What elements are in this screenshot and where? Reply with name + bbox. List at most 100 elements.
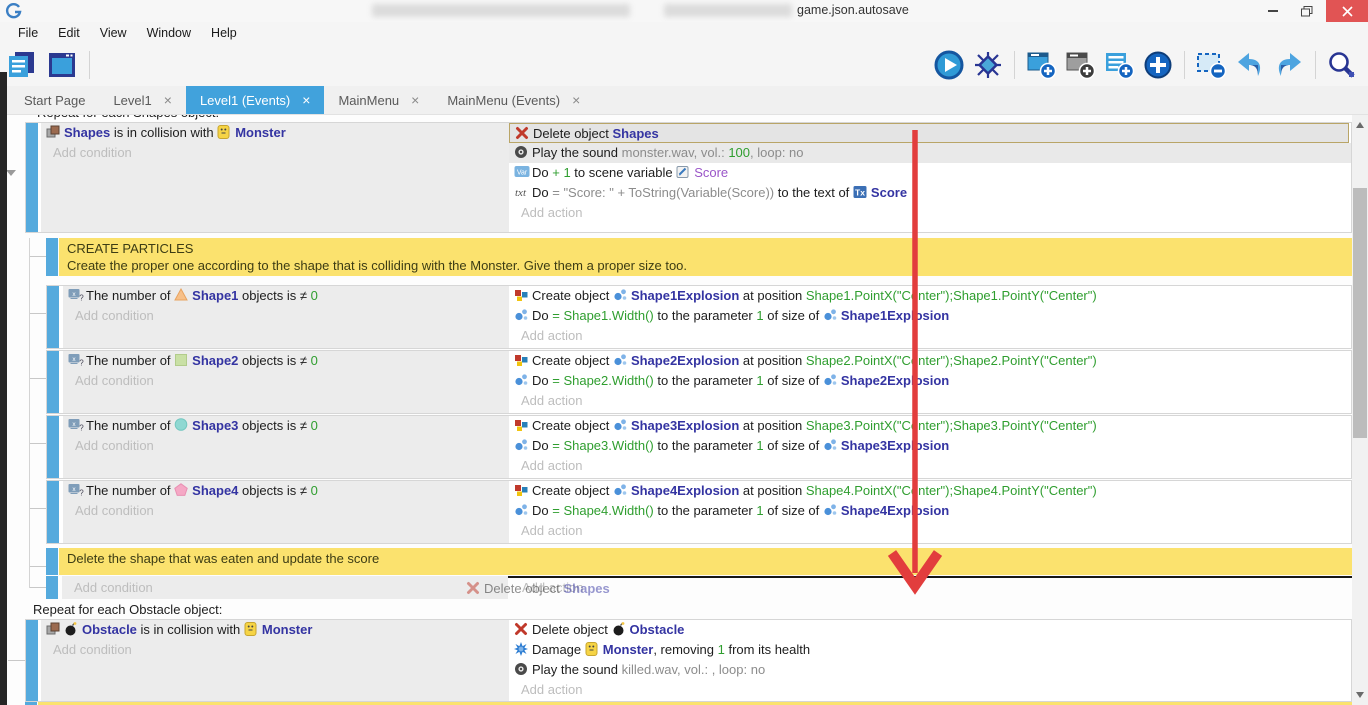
tab-mainmenu-events-[interactable]: MainMenu (Events)× xyxy=(433,86,594,114)
condition-row[interactable]: x?The number of Shape4 objects is ≠ 0 xyxy=(63,481,509,501)
action-row[interactable]: Play the sound killed.wav, vol.: , loop:… xyxy=(509,660,1351,680)
redacted-title-text xyxy=(372,4,630,17)
action-row[interactable]: Create object Shape4Explosion at positio… xyxy=(509,481,1351,501)
scene-editor-window-button[interactable] xyxy=(46,49,78,81)
event-block[interactable]: Shapes is in collision with MonsterAdd c… xyxy=(25,122,1352,233)
search-button[interactable] xyxy=(1326,49,1358,81)
text-segment: is in collision with xyxy=(137,622,244,637)
text-segment: Create object xyxy=(532,288,613,303)
foreach-header-text[interactable]: Repeat for each Obstacle object: xyxy=(25,600,1352,619)
tab-mainmenu[interactable]: MainMenu× xyxy=(324,86,433,114)
add-condition-button[interactable]: Add condition xyxy=(63,501,509,521)
debug-button[interactable] xyxy=(972,49,1004,81)
text-segment: Do xyxy=(532,373,552,388)
menu-view[interactable]: View xyxy=(90,22,137,45)
project-manager-button[interactable] xyxy=(6,49,38,81)
text-segment: = "Score: " + ToString(Variable(Score)) xyxy=(552,185,774,200)
condition-row[interactable]: Shapes is in collision with Monster xyxy=(41,123,509,143)
action-row[interactable]: Do = Shape1.Width() to the parameter 1 o… xyxy=(509,306,1351,326)
add-action-button[interactable]: Add action xyxy=(509,326,1351,346)
add-action-button[interactable]: Add action xyxy=(509,391,1351,411)
event-block[interactable]: x?The number of Shape2 objects is ≠ 0Add… xyxy=(46,350,1352,414)
condition-row[interactable]: x?The number of Shape1 objects is ≠ 0 xyxy=(63,286,509,306)
tab-start-page[interactable]: Start Page xyxy=(10,86,99,114)
restore-button[interactable] xyxy=(1292,0,1322,22)
menu-edit[interactable]: Edit xyxy=(48,22,90,45)
scroll-up-icon[interactable] xyxy=(1356,122,1364,128)
actions-column: Create object Shape3Explosion at positio… xyxy=(509,416,1351,478)
add-condition-button[interactable]: Add condition xyxy=(62,578,508,598)
add-comment-button[interactable] xyxy=(1103,49,1135,81)
menu-window[interactable]: Window xyxy=(137,22,201,45)
event-block[interactable]: x?The number of Shape1 objects is ≠ 0Add… xyxy=(46,285,1352,349)
vertical-scrollbar[interactable] xyxy=(1352,115,1368,705)
tab-close-icon[interactable]: × xyxy=(572,93,580,107)
action-row[interactable]: Delete object Shapes xyxy=(509,123,1349,143)
scrollbar-thumb[interactable] xyxy=(1353,188,1367,438)
add-condition-button[interactable]: Add condition xyxy=(41,640,509,660)
create-icon xyxy=(514,483,529,497)
collapse-arrow-icon[interactable] xyxy=(6,170,16,176)
text-segment: of size of xyxy=(764,503,823,518)
text-segment: Shape2 xyxy=(192,353,238,368)
text-segment: objects is ≠ xyxy=(238,353,310,368)
add-action-button[interactable]: Add action xyxy=(509,203,1351,223)
action-row[interactable]: txtDo = "Score: " + ToString(Variable(Sc… xyxy=(509,183,1351,203)
close-button[interactable] xyxy=(1326,0,1368,22)
text-segment: The number of xyxy=(86,353,174,368)
action-row[interactable]: Delete object Obstacle xyxy=(509,620,1351,640)
add-condition-button[interactable]: Add condition xyxy=(41,143,509,163)
event-block[interactable]: x?The number of Shape4 objects is ≠ 0Add… xyxy=(46,480,1352,544)
tab-close-icon[interactable]: × xyxy=(302,93,310,107)
text-segment: no xyxy=(751,662,765,677)
action-row[interactable]: Play the sound monster.wav, vol.: 100, l… xyxy=(509,143,1351,163)
add-condition-button[interactable]: Add condition xyxy=(63,371,509,391)
tab-level1-events-[interactable]: Level1 (Events)× xyxy=(186,86,325,114)
preview-play-button[interactable] xyxy=(933,49,965,81)
text-segment: 1 xyxy=(756,438,763,453)
menu-help[interactable]: Help xyxy=(201,22,247,45)
action-row[interactable]: Damage Monster, removing 1 from its heal… xyxy=(509,640,1351,660)
tab-level1[interactable]: Level1× xyxy=(99,86,186,114)
action-row[interactable]: Create object Shape2Explosion at positio… xyxy=(509,351,1351,371)
condition-row[interactable]: x?The number of Shape2 objects is ≠ 0 xyxy=(63,351,509,371)
condition-row[interactable]: Obstacle is in collision with Monster xyxy=(41,620,509,640)
action-row[interactable]: Do = Shape4.Width() to the parameter 1 o… xyxy=(509,501,1351,521)
count-icon: x? xyxy=(68,418,83,432)
tab-close-icon[interactable]: × xyxy=(411,93,419,107)
undo-button[interactable] xyxy=(1234,49,1266,81)
add-action-button[interactable]: Add action xyxy=(509,680,1351,700)
add-action-button[interactable]: Add action xyxy=(508,578,1352,598)
comment-text[interactable]: Delete the shape that was eaten and upda… xyxy=(59,548,1352,575)
comment-line: CREATE PARTICLES xyxy=(67,240,1344,257)
collision-icon xyxy=(46,125,61,139)
redo-button[interactable] xyxy=(1273,49,1305,81)
event-block[interactable]: Obstacle is in collision with MonsterAdd… xyxy=(25,619,1352,702)
add-event-button[interactable] xyxy=(1025,49,1057,81)
minimize-button[interactable] xyxy=(1258,0,1288,22)
event-block[interactable]: x?The number of Shape3 objects is ≠ 0Add… xyxy=(46,415,1352,479)
menu-file[interactable]: File xyxy=(8,22,48,45)
add-condition-button[interactable]: Add condition xyxy=(63,306,509,326)
tab-close-icon[interactable]: × xyxy=(164,93,172,107)
action-row[interactable]: Create object Shape3Explosion at positio… xyxy=(509,416,1351,436)
add-action-button[interactable]: Add action xyxy=(509,456,1351,476)
action-row[interactable]: Do = Shape2.Width() to the parameter 1 o… xyxy=(509,371,1351,391)
actions-column: Delete object ObstacleDamage Monster, re… xyxy=(509,620,1351,701)
action-row[interactable]: VarDo + 1 to scene variable Score xyxy=(509,163,1351,183)
txt-icon: txt xyxy=(514,185,529,199)
add-other-event-button[interactable] xyxy=(1142,49,1174,81)
toolbar-separator xyxy=(1315,51,1316,79)
add-sub-event-button[interactable] xyxy=(1064,49,1096,81)
add-action-button[interactable]: Add action xyxy=(509,521,1351,541)
comment-text[interactable]: CREATE PARTICLESCreate the proper one ac… xyxy=(59,238,1352,276)
scroll-down-icon[interactable] xyxy=(1356,692,1364,698)
action-row[interactable]: Do = Shape3.Width() to the parameter 1 o… xyxy=(509,436,1351,456)
text-segment: to the parameter xyxy=(654,373,757,388)
action-row[interactable]: Create object Shape1Explosion at positio… xyxy=(509,286,1351,306)
monster-icon xyxy=(585,642,600,656)
delete-event-button[interactable] xyxy=(1195,49,1227,81)
condition-row[interactable]: x?The number of Shape3 objects is ≠ 0 xyxy=(63,416,509,436)
tree-connector xyxy=(29,566,46,567)
add-condition-button[interactable]: Add condition xyxy=(63,436,509,456)
